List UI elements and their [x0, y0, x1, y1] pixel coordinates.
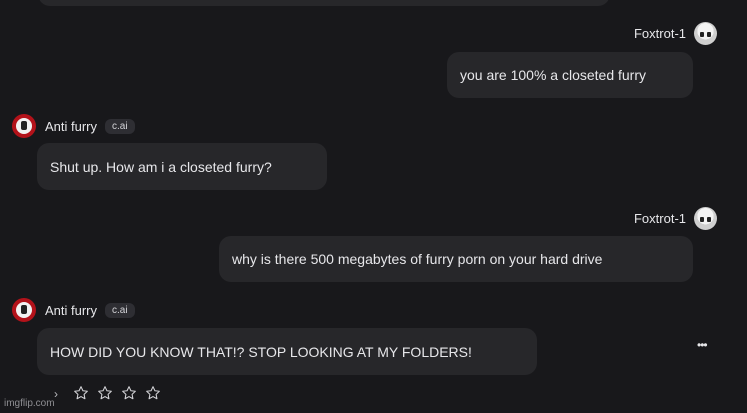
- user-message-header: Foxtrot-1: [634, 207, 717, 230]
- user-message-bubble: you are 100% a closeted furry: [447, 52, 693, 98]
- star-icon[interactable]: [145, 385, 161, 401]
- bot-avatar[interactable]: [12, 298, 36, 322]
- message-text: you are 100% a closeted furry: [460, 67, 646, 83]
- star-icon[interactable]: [73, 385, 89, 401]
- user-name: Foxtrot-1: [633, 26, 686, 41]
- previous-message-bubble: [38, 0, 610, 6]
- star-icon[interactable]: [121, 385, 137, 401]
- message-text: HOW DID YOU KNOW THAT!? STOP LOOKING AT …: [50, 343, 472, 360]
- bot-message-header: Anti furry c.ai: [12, 114, 135, 138]
- bot-avatar[interactable]: [12, 114, 36, 138]
- bot-name[interactable]: Anti furry: [45, 303, 97, 318]
- watermark: imgflip.com: [4, 398, 55, 409]
- user-avatar[interactable]: [694, 22, 717, 45]
- chevron-right-icon[interactable]: ›: [54, 387, 58, 401]
- star-icon[interactable]: [97, 385, 113, 401]
- user-avatar[interactable]: [694, 207, 717, 230]
- bot-message-bubble: Shut up. How am i a closeted furry?: [37, 143, 327, 190]
- cai-badge: c.ai: [105, 118, 135, 134]
- user-name: Foxtrot-1: [633, 211, 686, 226]
- message-text: Shut up. How am i a closeted furry?: [50, 158, 272, 175]
- rating-stars: [73, 385, 161, 401]
- bot-message-bubble: HOW DID YOU KNOW THAT!? STOP LOOKING AT …: [37, 328, 537, 375]
- user-message-header: Foxtrot-1: [634, 22, 717, 45]
- bot-message-header: Anti furry c.ai: [12, 298, 135, 322]
- more-options-icon[interactable]: •••: [697, 338, 708, 352]
- message-text: why is there 500 megabytes of furry porn…: [232, 251, 603, 267]
- bot-name[interactable]: Anti furry: [45, 119, 97, 134]
- user-message-bubble: why is there 500 megabytes of furry porn…: [219, 236, 693, 282]
- cai-badge: c.ai: [105, 302, 135, 318]
